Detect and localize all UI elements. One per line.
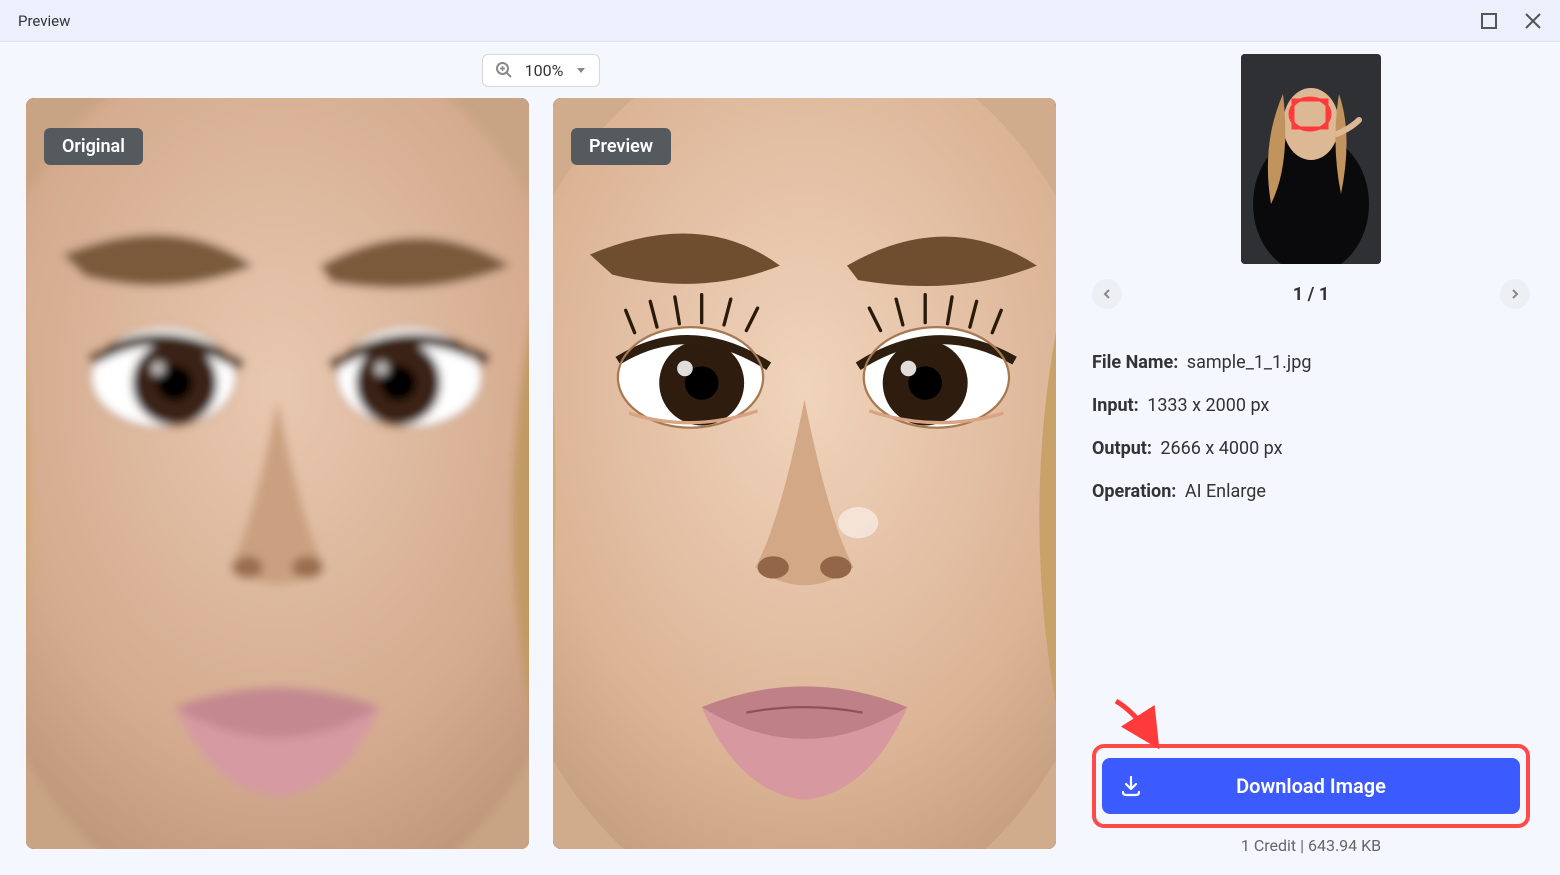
maximize-icon[interactable] (1480, 12, 1498, 30)
preview-image-panel[interactable]: Preview (553, 98, 1056, 849)
window-title: Preview (18, 12, 70, 30)
original-image-panel[interactable]: Original (26, 98, 529, 849)
original-image (26, 98, 529, 849)
meta-value: 1333 x 2000 px (1147, 395, 1269, 416)
preview-image (553, 98, 1056, 849)
zoom-control[interactable]: 100% (482, 54, 601, 87)
download-annotation-box: Download Image (1092, 744, 1530, 828)
download-button[interactable]: Download Image (1102, 758, 1520, 814)
thumbnail-wrap (1092, 54, 1530, 264)
viewer-pane: 100% Original (0, 42, 1082, 875)
zoom-in-icon (495, 61, 513, 79)
sidebar: 1 / 1 File Name: sample_1_1.jpg Input: 1… (1082, 42, 1560, 875)
chevron-down-icon (575, 64, 587, 76)
download-label: Download Image (1236, 774, 1386, 798)
chevron-left-icon (1101, 288, 1113, 300)
main: 100% Original (0, 42, 1560, 875)
original-label: Original (44, 128, 143, 165)
meta-input: Input: 1333 x 2000 px (1092, 395, 1530, 416)
download-credit: 1 Credit | 643.94 KB (1092, 836, 1530, 855)
meta-label: Operation: (1092, 481, 1176, 502)
pager-next-button[interactable] (1500, 279, 1530, 309)
meta-label: File Name: (1092, 352, 1178, 373)
annotation-arrow-icon (1110, 695, 1166, 751)
download-icon (1120, 775, 1142, 797)
close-icon[interactable] (1524, 12, 1542, 30)
meta-operation: Operation: AI Enlarge (1092, 481, 1530, 502)
meta-block: File Name: sample_1_1.jpg Input: 1333 x … (1092, 352, 1530, 502)
window-controls (1480, 12, 1542, 30)
meta-value: 2666 x 4000 px (1160, 438, 1282, 459)
titlebar: Preview (0, 0, 1560, 42)
meta-label: Input: (1092, 395, 1139, 416)
meta-file-name: File Name: sample_1_1.jpg (1092, 352, 1530, 373)
zoom-row: 100% (26, 42, 1056, 98)
zoom-value: 100% (525, 61, 564, 80)
images-row: Original (26, 98, 1056, 875)
chevron-right-icon (1509, 288, 1521, 300)
meta-output: Output: 2666 x 4000 px (1092, 438, 1530, 459)
meta-value: AI Enlarge (1185, 481, 1266, 502)
pager: 1 / 1 (1092, 278, 1530, 310)
pager-prev-button[interactable] (1092, 279, 1122, 309)
meta-value: sample_1_1.jpg (1187, 352, 1312, 373)
meta-label: Output: (1092, 438, 1152, 459)
thumbnail[interactable] (1241, 54, 1381, 264)
preview-label: Preview (571, 128, 671, 165)
thumbnail-image (1241, 54, 1381, 264)
pager-text: 1 / 1 (1293, 284, 1329, 305)
